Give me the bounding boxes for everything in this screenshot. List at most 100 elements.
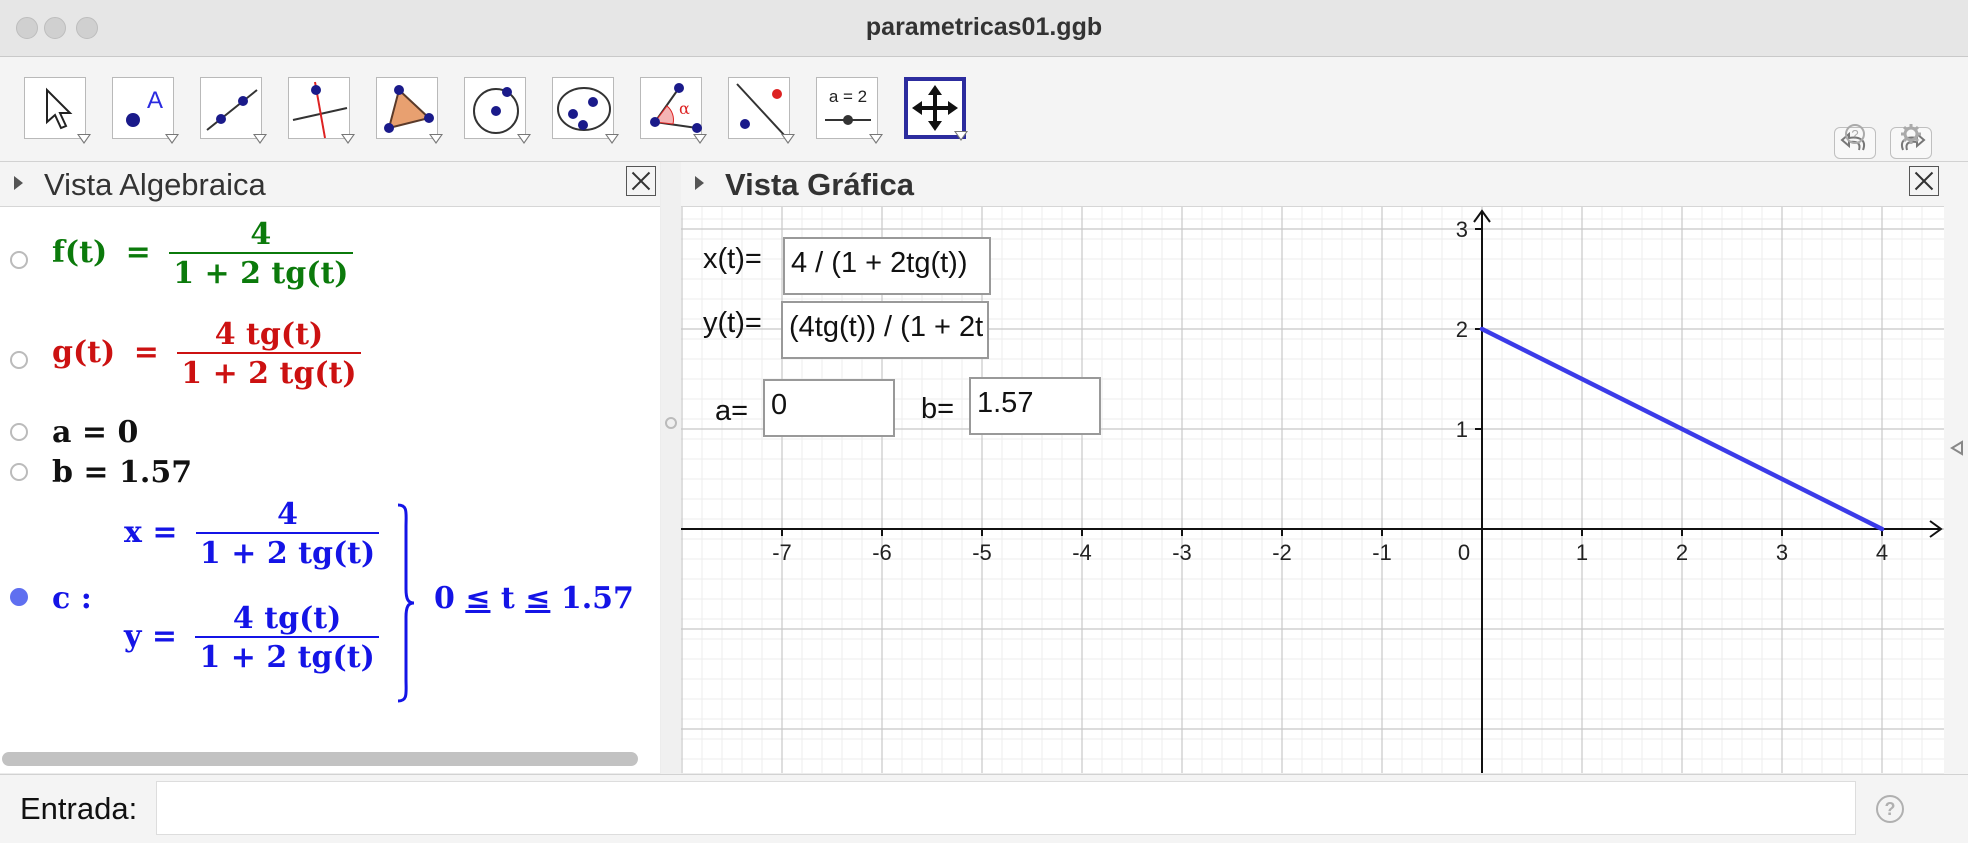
g-definition[interactable]: g(t) = 4 tg(t) 1 + 2 tg(t) — [52, 317, 361, 391]
f-numerator: 4 — [250, 217, 272, 252]
g-equals: = — [133, 335, 159, 370]
f-definition[interactable]: f(t) = 4 1 + 2 tg(t) — [52, 217, 353, 291]
algebra-view-header: Vista Algebraica — [0, 162, 660, 207]
graphics-view[interactable]: -7-6-5-4-3-2-1012341234 x(t)= 4 / (1 + 2… — [681, 207, 1944, 773]
x-input-label: x(t)= — [703, 243, 762, 275]
x-input-box[interactable]: 4 / (1 + 2tg(t)) — [783, 237, 991, 295]
x-tick-label: -5 — [972, 540, 992, 565]
tool-menu-triangle-icon — [869, 134, 883, 144]
c-y-numerator: 4 tg(t) — [232, 601, 342, 636]
svg-text:α: α — [679, 99, 690, 118]
expand-left-triangle-icon — [1950, 440, 1963, 456]
algebra-view-title: Vista Algebraica — [44, 167, 266, 202]
a-input-box[interactable]: 0 — [763, 379, 895, 437]
move-graphics-view-icon — [912, 85, 958, 131]
a-definition[interactable]: a = 0 — [52, 415, 138, 450]
y-tick-label: 3 — [1456, 217, 1468, 242]
x-tick-label: -7 — [772, 540, 792, 565]
tool-menu-triangle-icon — [517, 134, 531, 144]
x-tick-label: 4 — [1876, 540, 1888, 565]
slider-icon: a = 2 — [825, 87, 871, 125]
perpendicular-line-icon — [292, 81, 348, 139]
c-range-high: 1.57 — [560, 581, 634, 616]
c-label[interactable]: c : — [52, 581, 92, 616]
c-y-denominator: 1 + 2 tg(t) — [195, 636, 379, 675]
c-y-equation[interactable]: y = 4 tg(t) 1 + 2 tg(t) — [124, 601, 379, 675]
point-tool-button[interactable]: A — [112, 77, 179, 144]
svg-text:a = 2: a = 2 — [829, 87, 867, 106]
c-le-2: ≤ — [525, 581, 551, 616]
tool-menu-triangle-icon — [781, 134, 795, 144]
settings-gear-icon[interactable] — [1900, 123, 1922, 151]
f-name: f(t) — [52, 235, 108, 270]
help-icon[interactable]: ? — [1844, 123, 1866, 151]
toolbar: A α a = 2 ? — [0, 57, 1968, 162]
move-view-tool-button[interactable] — [904, 77, 968, 141]
tool-menu-triangle-icon — [253, 134, 267, 144]
line-tool-button[interactable] — [200, 77, 267, 144]
point-icon: A — [126, 87, 163, 127]
x-tick-label: 3 — [1776, 540, 1788, 565]
line-through-points-icon — [206, 89, 258, 131]
close-algebra-view-button[interactable] — [626, 166, 656, 196]
f-fraction: 4 1 + 2 tg(t) — [169, 217, 353, 291]
c-x-equation[interactable]: x = 4 1 + 2 tg(t) — [124, 497, 380, 571]
x-tick-label: 2 — [1676, 540, 1688, 565]
y-input-label: y(t)= — [703, 307, 762, 339]
c-x-numerator: 4 — [277, 497, 299, 532]
ellipse-icon — [557, 87, 611, 131]
g-numerator: 4 tg(t) — [214, 317, 324, 352]
tool-menu-triangle-icon — [954, 131, 968, 141]
angle-tool-button[interactable]: α — [640, 77, 707, 144]
polygon-tool-button[interactable] — [376, 77, 443, 144]
c-x-denominator: 1 + 2 tg(t) — [195, 532, 380, 571]
c-visibility-toggle[interactable] — [10, 588, 28, 606]
tool-menu-triangle-icon — [341, 134, 355, 144]
algebra-horizontal-scrollbar[interactable] — [2, 752, 638, 766]
collapse-arrow-icon[interactable] — [695, 176, 704, 190]
c-le-1: ≤ — [465, 581, 491, 616]
conic-tool-button[interactable] — [552, 77, 619, 144]
x-tick-label: -6 — [872, 540, 892, 565]
circle-tool-button[interactable] — [464, 77, 531, 144]
algebra-view: f(t) = 4 1 + 2 tg(t) g(t) = 4 tg(t) 1 + … — [0, 207, 660, 773]
c-parameter-range: 0 ≤ t ≤ 1.57 — [434, 581, 634, 616]
move-tool-button[interactable] — [24, 77, 91, 144]
collapse-arrow-icon[interactable] — [14, 176, 23, 190]
x-tick-label: -4 — [1072, 540, 1092, 565]
b-input-box[interactable]: 1.57 — [969, 377, 1101, 435]
perpendicular-tool-button[interactable] — [288, 77, 355, 144]
c-brace-icon — [397, 503, 415, 703]
angle-icon: α — [650, 83, 702, 133]
reflect-tool-button[interactable] — [728, 77, 795, 144]
svg-text:?: ? — [1851, 127, 1858, 142]
a-visibility-toggle[interactable] — [10, 423, 28, 441]
tool-menu-triangle-icon — [429, 134, 443, 144]
g-name: g(t) — [52, 335, 116, 370]
c-y-fraction: 4 tg(t) 1 + 2 tg(t) — [195, 601, 379, 675]
reflect-about-line-icon — [736, 83, 786, 137]
tool-menu-triangle-icon — [165, 134, 179, 144]
right-sidebar-handle[interactable] — [1944, 162, 1968, 774]
input-field[interactable] — [156, 781, 1856, 835]
circle-center-point-icon — [473, 87, 519, 134]
input-help-icon[interactable]: ? — [1876, 795, 1904, 823]
x-tick-label: -1 — [1372, 540, 1392, 565]
y-input-box[interactable]: (4tg(t)) / (1 + 2t — [781, 301, 989, 359]
y-tick-label: 2 — [1456, 317, 1468, 342]
g-visibility-toggle[interactable] — [10, 351, 28, 369]
b-definition[interactable]: b = 1.57 — [52, 455, 192, 490]
window-title: parametricas01.ggb — [865, 13, 1103, 41]
view-splitter[interactable] — [661, 162, 681, 774]
graphics-view-title: Vista Gráfica — [725, 167, 914, 202]
tool-menu-triangle-icon — [77, 134, 91, 144]
c-y-lhs: y = — [124, 619, 178, 654]
a-input-label: a= — [715, 395, 749, 427]
f-visibility-toggle[interactable] — [10, 251, 28, 269]
b-visibility-toggle[interactable] — [10, 463, 28, 481]
close-graphics-view-button[interactable] — [1909, 166, 1939, 196]
polygon-icon — [384, 85, 434, 133]
slider-tool-button[interactable]: a = 2 — [816, 77, 883, 144]
f-denominator: 1 + 2 tg(t) — [169, 252, 353, 291]
c-range-variable: t — [500, 581, 515, 616]
